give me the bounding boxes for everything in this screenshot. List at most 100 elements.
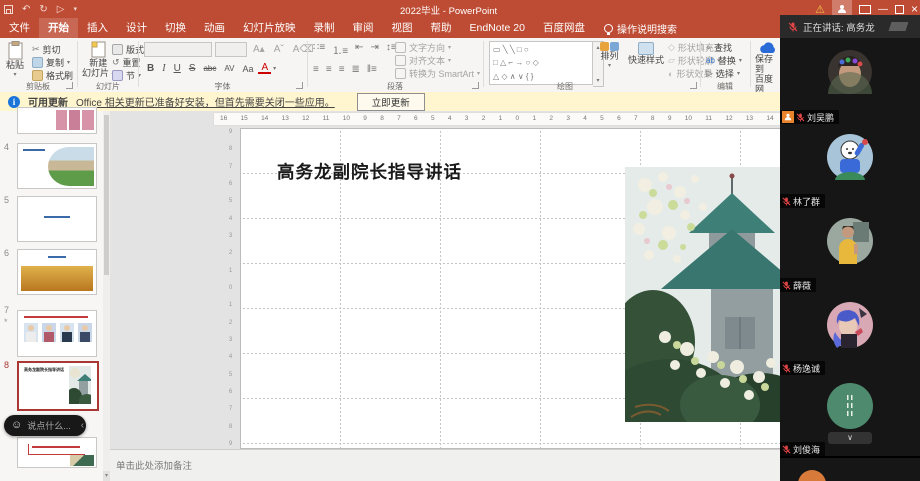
pagoda-blossom-photo[interactable] (625, 167, 780, 422)
scrollbar-thumb[interactable] (104, 115, 109, 275)
tab-animations[interactable]: 动画 (195, 18, 234, 38)
undo-icon[interactable]: ↶ (22, 4, 30, 15)
new-slide-button[interactable]: 新建 幻灯片 ▾ (82, 41, 115, 80)
thumbnail-slide-4[interactable] (17, 143, 97, 189)
group-label-font: 字体 (140, 81, 305, 92)
tab-endnote[interactable]: EndNote 20 (461, 18, 534, 38)
thumbnail-scrollbar[interactable]: ▾ (103, 111, 110, 481)
increase-indent-button[interactable]: ⇥ (370, 42, 378, 57)
shrink-font-button[interactable]: Aˇ (271, 44, 287, 55)
tab-file[interactable]: 文件 (0, 18, 39, 38)
change-case-button[interactable]: Aa (239, 64, 256, 74)
numbering-button[interactable]: ⒈≡ (332, 42, 348, 57)
columns-button[interactable]: ‖≡ (367, 64, 377, 75)
drawing-dialog-launcher[interactable] (690, 82, 697, 89)
notes-placeholder[interactable]: 单击此处添加备注 (116, 461, 192, 472)
minimize-button[interactable]: — (878, 4, 888, 15)
thumbnail-slide-5[interactable] (17, 196, 97, 242)
cut-button[interactable]: ✂剪切 (32, 43, 73, 56)
font-size-combo[interactable] (215, 42, 247, 57)
tab-review[interactable]: 审阅 (344, 18, 383, 38)
application-window: ↶ ↻ ▷ ▾ 2022毕业 - PowerPoint ⚠ — × 文件 开始 … (0, 0, 920, 481)
text-direction-button[interactable]: 文字方向▾ (395, 41, 480, 54)
align-left-button[interactable]: ≡ (313, 64, 319, 75)
slide-canvas[interactable]: 高务龙副院长指导讲话 (240, 128, 780, 449)
shapes-gallery-grid[interactable]: ▭ ╲ ╲ □ ○ □ △ ⌐ → ○ ◇ △ ◇ ∧ ∨ { } (489, 41, 593, 85)
tab-home[interactable]: 开始 (39, 18, 78, 38)
tab-transitions[interactable]: 切换 (156, 18, 195, 38)
start-slideshow-icon[interactable]: ▷ (57, 4, 65, 15)
emoji-icon[interactable]: ☺ (11, 420, 22, 431)
paste-icon (8, 41, 23, 60)
horizontal-ruler[interactable]: 16 15 14 13 12 11 10 9 8 7 6 5 4 3 2 1 0… (213, 112, 780, 126)
thumbnail-slide-7[interactable] (17, 310, 97, 357)
character-spacing-button[interactable]: AV (221, 64, 237, 73)
slide-title-text[interactable]: 高务龙副院长指导讲话 (277, 159, 462, 184)
update-now-button[interactable]: 立即更新 (357, 93, 425, 111)
qat-customize-icon[interactable]: ▾ (73, 5, 77, 13)
tab-slideshow[interactable]: 幻灯片放映 (234, 18, 305, 38)
find-button[interactable]: ⌕查找 (706, 41, 742, 54)
participant-tile[interactable]: 薛薇 (780, 208, 920, 294)
vertical-ruler[interactable]: 9876543210123456789 (226, 129, 235, 447)
save-icon[interactable] (4, 5, 13, 14)
thumbnail-slide-9[interactable] (17, 437, 97, 468)
copy-button[interactable]: 复制▾ (32, 56, 73, 69)
select-button[interactable]: ▷选择▾ (706, 67, 742, 80)
align-text-button[interactable]: 对齐文本▾ (395, 54, 480, 67)
redo-icon[interactable]: ↻ (39, 4, 47, 15)
paragraph-dialog-launcher[interactable] (472, 82, 479, 89)
slide-number-selected: 8 (4, 360, 9, 370)
participant-tile[interactable]: 刘吴鹏 (780, 38, 920, 126)
notes-pane[interactable]: 单击此处添加备注 (110, 449, 780, 481)
tab-help[interactable]: 帮助 (422, 18, 461, 38)
bullets-button[interactable]: ∷≡ (313, 42, 325, 57)
smartart-button[interactable]: 转换为 SmartArt▾ (395, 67, 480, 80)
restore-button[interactable] (895, 5, 904, 14)
meeting-app-logo (890, 21, 912, 33)
bold-button[interactable]: B (144, 63, 157, 74)
italic-button[interactable]: I (159, 63, 168, 74)
grow-font-button[interactable]: A▴ (250, 44, 268, 55)
paste-button[interactable]: 粘贴▾ (6, 41, 24, 80)
quick-styles-button[interactable]: 快速样式 (628, 42, 664, 65)
font-name-combo[interactable] (144, 42, 212, 57)
collapse-arrow-icon[interactable]: ‹ (81, 420, 84, 431)
participant-tile[interactable]: 林了群 (780, 124, 920, 210)
tab-view[interactable]: 视图 (383, 18, 422, 38)
tab-baidu-pan[interactable]: 百度网盘 (534, 18, 594, 38)
tab-insert[interactable]: 插入 (78, 18, 117, 38)
clipboard-small-buttons: ✂剪切 复制▾ 格式刷 (32, 43, 73, 82)
align-right-button[interactable]: ≡ (339, 64, 345, 75)
thumbnail-slide-3[interactable] (17, 107, 97, 134)
close-button[interactable]: × (911, 2, 918, 16)
scroll-participants-down-button[interactable]: ∨ (828, 432, 872, 444)
subscript-button[interactable]: abc (200, 64, 219, 73)
font-dialog-launcher[interactable] (296, 82, 303, 89)
participant-tile[interactable]: ∨ 刘俊海 (780, 375, 920, 458)
participant-tile-partial[interactable] (780, 458, 920, 481)
chat-input-placeholder[interactable]: 说点什么... (27, 419, 71, 432)
save-to-baidu-pan-button[interactable]: 保存到 百度网 (755, 42, 780, 94)
clipboard-dialog-launcher[interactable] (66, 82, 73, 89)
decrease-indent-button[interactable]: ⇤ (355, 42, 363, 57)
arrange-icon (600, 42, 619, 51)
strikethrough-button[interactable]: S (186, 63, 199, 74)
thumbnail-slide-6[interactable] (17, 249, 97, 295)
scroll-down-arrow[interactable]: ▾ (103, 471, 110, 481)
red-bracket-decoration (28, 444, 85, 455)
replace-button[interactable]: ab替换▾ (706, 54, 742, 67)
tab-record[interactable]: 录制 (305, 18, 344, 38)
align-center-button[interactable]: ≡ (326, 64, 332, 75)
display-settings-icon[interactable] (859, 5, 871, 14)
meeting-chat-widget[interactable]: ☺ 说点什么... ‹ (4, 415, 86, 436)
participant-tile[interactable]: 杨逸诚 (780, 292, 920, 377)
tell-me-search[interactable]: 操作说明搜索 (604, 21, 677, 36)
tab-design[interactable]: 设计 (117, 18, 156, 38)
underline-button[interactable]: U (171, 63, 184, 74)
arrange-button[interactable]: 排列▾ (600, 42, 619, 71)
warning-icon[interactable]: ⚠ (815, 3, 825, 16)
font-color-button[interactable]: A (258, 63, 271, 74)
justify-button[interactable]: ≣ (352, 64, 360, 75)
thumbnail-slide-8-selected[interactable]: 高务龙副院长指导讲话 (17, 361, 99, 411)
